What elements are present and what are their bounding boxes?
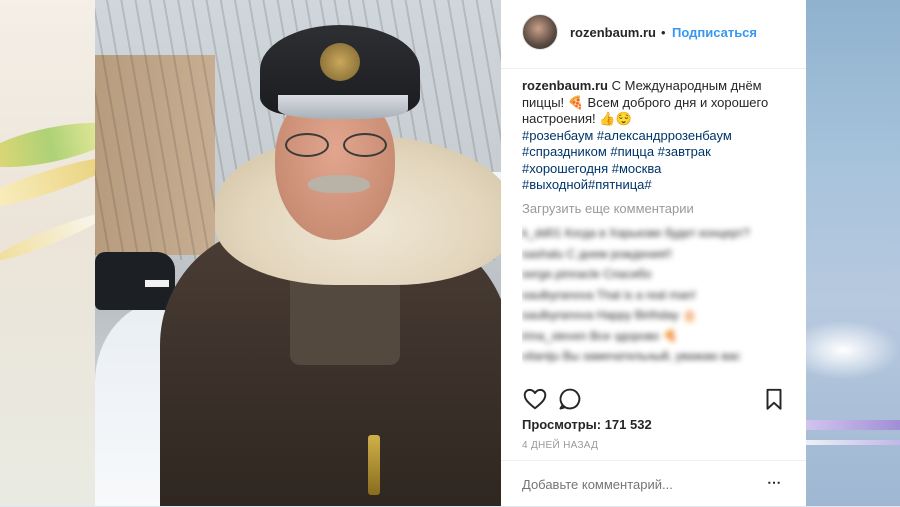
post-date[interactable]: 4 ДНЕЙ НАЗАД <box>522 440 598 451</box>
comments-list: k_dd01 Когда в Харькове будет концерт? s… <box>522 223 787 381</box>
comment-item: saulbyranova Happy Birthday 🎂 <box>522 308 698 322</box>
separator-dot: • <box>661 25 666 40</box>
mustache <box>308 175 370 193</box>
decorative-band <box>805 420 900 430</box>
comment-item: sashalu С днем рождения!! <box>522 246 672 261</box>
post-actions <box>501 382 806 416</box>
more-options-icon[interactable]: ⋯ <box>767 474 782 491</box>
caption-hashtags[interactable]: #розенбаум #александррозенбаум #спраздни… <box>522 128 787 194</box>
zipper <box>368 435 380 495</box>
post-photo[interactable] <box>95 0 501 506</box>
comment-item: k_dd01 Когда в Харькове будет концерт? <box>522 226 750 240</box>
comment-item: saulbyranova That is a real man! <box>522 287 696 302</box>
decorative-glow <box>805 320 900 380</box>
bookmark-icon[interactable] <box>761 386 787 412</box>
heart-icon[interactable] <box>522 386 548 412</box>
views-count[interactable]: Просмотры: 171 532 <box>522 417 652 432</box>
decorative-band <box>805 440 900 445</box>
comment-item: vitaniju Вы замечательный, уважаю вас <box>522 349 741 363</box>
man-portrait <box>130 15 501 506</box>
instagram-post-panel: rozenbaum.ru • Подписаться rozenbaum.ru … <box>501 0 806 506</box>
post-header: rozenbaum.ru • Подписаться <box>501 0 806 69</box>
cap-band <box>278 95 408 119</box>
follow-button[interactable]: Подписаться <box>672 25 757 40</box>
left-decorative-background <box>0 0 95 506</box>
glasses <box>285 133 389 157</box>
post-caption: rozenbaum.ru С Международным днём пиццы!… <box>522 78 787 194</box>
comment-input[interactable] <box>522 477 742 492</box>
username-link[interactable]: rozenbaum.ru <box>570 25 656 40</box>
caption-username[interactable]: rozenbaum.ru <box>522 78 608 93</box>
comment-icon[interactable] <box>557 386 583 412</box>
comment-item: serge.pinnacle Спасибо <box>522 267 652 281</box>
load-more-comments-button[interactable]: Загрузить еще комментарии <box>522 201 694 216</box>
anchor-badge <box>320 43 360 81</box>
add-comment-section: ⋯ <box>501 460 806 507</box>
comment-item: irina_steven Все здорово 🍕 <box>522 328 678 343</box>
avatar[interactable] <box>522 14 558 50</box>
decorative-swoosh <box>0 208 95 266</box>
right-decorative-background <box>805 0 900 506</box>
